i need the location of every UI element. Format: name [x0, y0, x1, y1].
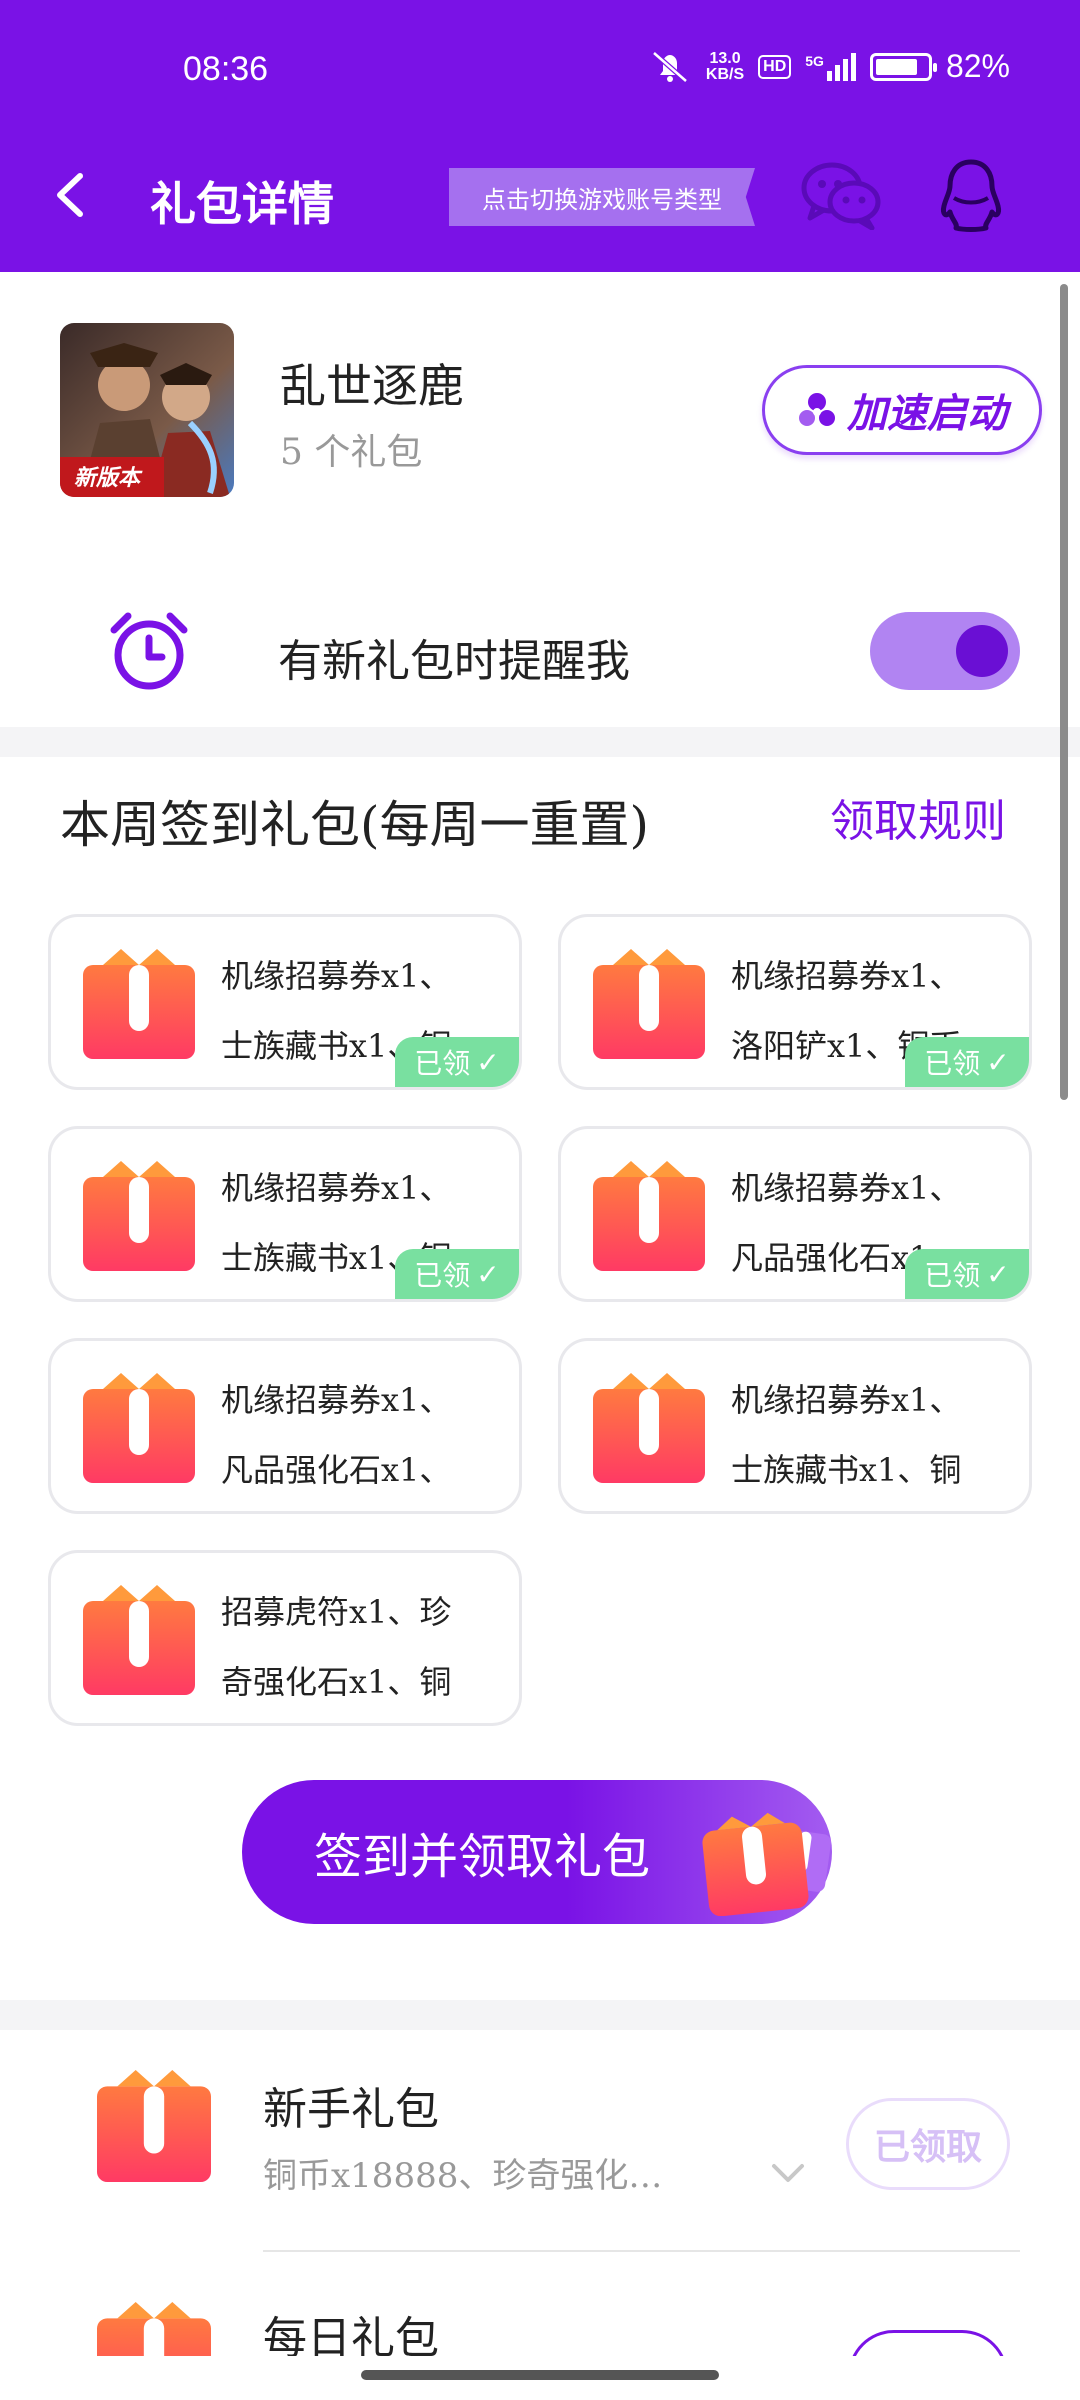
- boost-label: 加速启动: [847, 391, 1007, 437]
- gift-box-icon: [593, 1159, 705, 1271]
- gift-line-1: 机缘招募券x1、: [221, 1381, 452, 1419]
- gift-line-1: 招募虎符x1、珍: [221, 1593, 452, 1631]
- mute-icon: [652, 50, 688, 83]
- game-artwork: 新版本: [60, 323, 234, 497]
- game-name: 乱世逐鹿: [280, 359, 464, 413]
- gift-box-icon: [83, 1371, 195, 1483]
- weekly-gift-card[interactable]: 机缘招募券x1、 士族藏书x1、铜: [558, 1338, 1032, 1514]
- claimed-tag: 已领 ✓: [395, 1249, 519, 1299]
- switch-account-type-button[interactable]: 点击切换游戏账号类型: [449, 168, 755, 226]
- gift-box-icon: [83, 1159, 195, 1271]
- section-divider: [0, 2000, 1080, 2030]
- qq-icon[interactable]: [938, 158, 1004, 234]
- toggle-knob: [956, 625, 1008, 677]
- gift-line-1: 机缘招募券x1、: [731, 1169, 962, 1207]
- claimed-button[interactable]: 已领取: [846, 2098, 1010, 2190]
- hd-badge: HD: [758, 54, 792, 79]
- signal-group: 5G: [805, 52, 856, 81]
- weekly-gift-card[interactable]: 机缘招募券x1、 洛阳铲x1、铜币 已领 ✓: [558, 914, 1032, 1090]
- check-icon: ✓: [986, 1045, 1010, 1079]
- claimed-tag: 已领 ✓: [905, 1037, 1029, 1087]
- net-speed-unit: KB/S: [705, 65, 745, 83]
- net-speed: 13.0 KB/S: [705, 49, 745, 83]
- battery-icon: [869, 52, 937, 81]
- thumb-badge: 新版本: [74, 465, 143, 491]
- gift-contents: 招募虎符x1、珍 奇强化石x1、铜: [221, 1577, 491, 1717]
- claimed-tag: 已领 ✓: [395, 1037, 519, 1087]
- gift-box-icon: [593, 1371, 705, 1483]
- reminder-toggle[interactable]: [870, 612, 1020, 690]
- gift-line-2: 士族藏书x1、铜: [731, 1451, 962, 1489]
- claim-rules-link[interactable]: 领取规则: [830, 785, 1006, 849]
- rocket-icon: [799, 393, 835, 426]
- gift-line-1: 机缘招募券x1、: [731, 957, 962, 995]
- weekly-gift-card[interactable]: 机缘招募券x1、 凡品强化石x1、: [48, 1338, 522, 1514]
- boost-launch-button[interactable]: 加速启动: [762, 365, 1042, 455]
- battery-percent: 82%: [945, 48, 1010, 84]
- app-header: 08:36 13.0 KB/S HD 5G 82% 礼包详情 点击切换游戏账号类…: [0, 0, 1080, 272]
- gift-count: 5 个礼包: [280, 432, 423, 473]
- claimed-label: 已领: [414, 1047, 471, 1080]
- page-title: 礼包详情: [150, 177, 334, 231]
- signin-button-label: 签到并领取礼包: [314, 1829, 651, 1885]
- check-icon: ✓: [476, 1045, 500, 1079]
- check-icon: ✓: [476, 1257, 500, 1291]
- status-icons: 13.0 KB/S HD 5G 82%: [648, 48, 1010, 85]
- gift-contents: 机缘招募券x1、 凡品强化石x1、: [221, 1365, 491, 1505]
- claimed-tag: 已领 ✓: [905, 1249, 1029, 1299]
- signal-icon: [826, 52, 856, 81]
- home-indicator[interactable]: [361, 2370, 719, 2380]
- claimed-label: 已领: [924, 1259, 981, 1292]
- status-time: 08:36: [183, 50, 269, 88]
- back-arrow-icon[interactable]: [52, 170, 88, 220]
- gift-box-icon: [94, 2068, 214, 2182]
- weekly-gift-card[interactable]: 招募虎符x1、珍 奇强化石x1、铜: [48, 1550, 522, 1726]
- gift-line-2: 凡品强化石x1、: [221, 1451, 452, 1489]
- weekly-gift-card[interactable]: 机缘招募券x1、 士族藏书x1、铜 已领 ✓: [48, 1126, 522, 1302]
- section-divider: [0, 727, 1080, 757]
- gift-line-1: 机缘招募券x1、: [221, 957, 452, 995]
- check-icon: ✓: [986, 1257, 1010, 1291]
- gift-line-1: 机缘招募券x1、: [221, 1169, 452, 1207]
- gift-line-1: 机缘招募券x1、: [731, 1381, 962, 1419]
- weekly-gift-card[interactable]: 机缘招募券x1、 士族藏书x1、铜 已领 ✓: [48, 914, 522, 1090]
- alarm-clock-icon: [110, 612, 188, 690]
- gift-box-icon: [83, 947, 195, 1059]
- network-type: 5G: [805, 52, 824, 69]
- gift-box-icon: [593, 947, 705, 1059]
- gift-box-icon: [702, 1812, 832, 1916]
- gift-list-desc: 铜币x18888、珍奇强化…: [263, 2156, 663, 2196]
- gift-line-2: 奇强化石x1、铜: [221, 1663, 452, 1701]
- wechat-icon[interactable]: [800, 160, 882, 230]
- weekly-gift-card[interactable]: 机缘招募券x1、 凡品强化石x1、 已领 ✓: [558, 1126, 1032, 1302]
- reminder-label: 有新礼包时提醒我: [278, 636, 630, 687]
- chevron-down-icon[interactable]: [770, 2162, 806, 2186]
- gift-box-icon: [83, 1583, 195, 1695]
- game-thumbnail[interactable]: 新版本: [60, 323, 234, 497]
- net-speed-value: 13.0: [709, 49, 741, 67]
- weekly-section-title: 本周签到礼包(每周一重置): [60, 796, 650, 854]
- claimed-label: 已领: [924, 1047, 981, 1080]
- list-separator: [263, 2250, 1020, 2252]
- scrollbar[interactable]: [1060, 284, 1068, 1100]
- gift-list-title: 新手礼包: [263, 2084, 439, 2135]
- claimed-label: 已领: [414, 1259, 471, 1292]
- battery-fill: [875, 58, 917, 75]
- gift-contents: 机缘招募券x1、 士族藏书x1、铜: [731, 1365, 1001, 1505]
